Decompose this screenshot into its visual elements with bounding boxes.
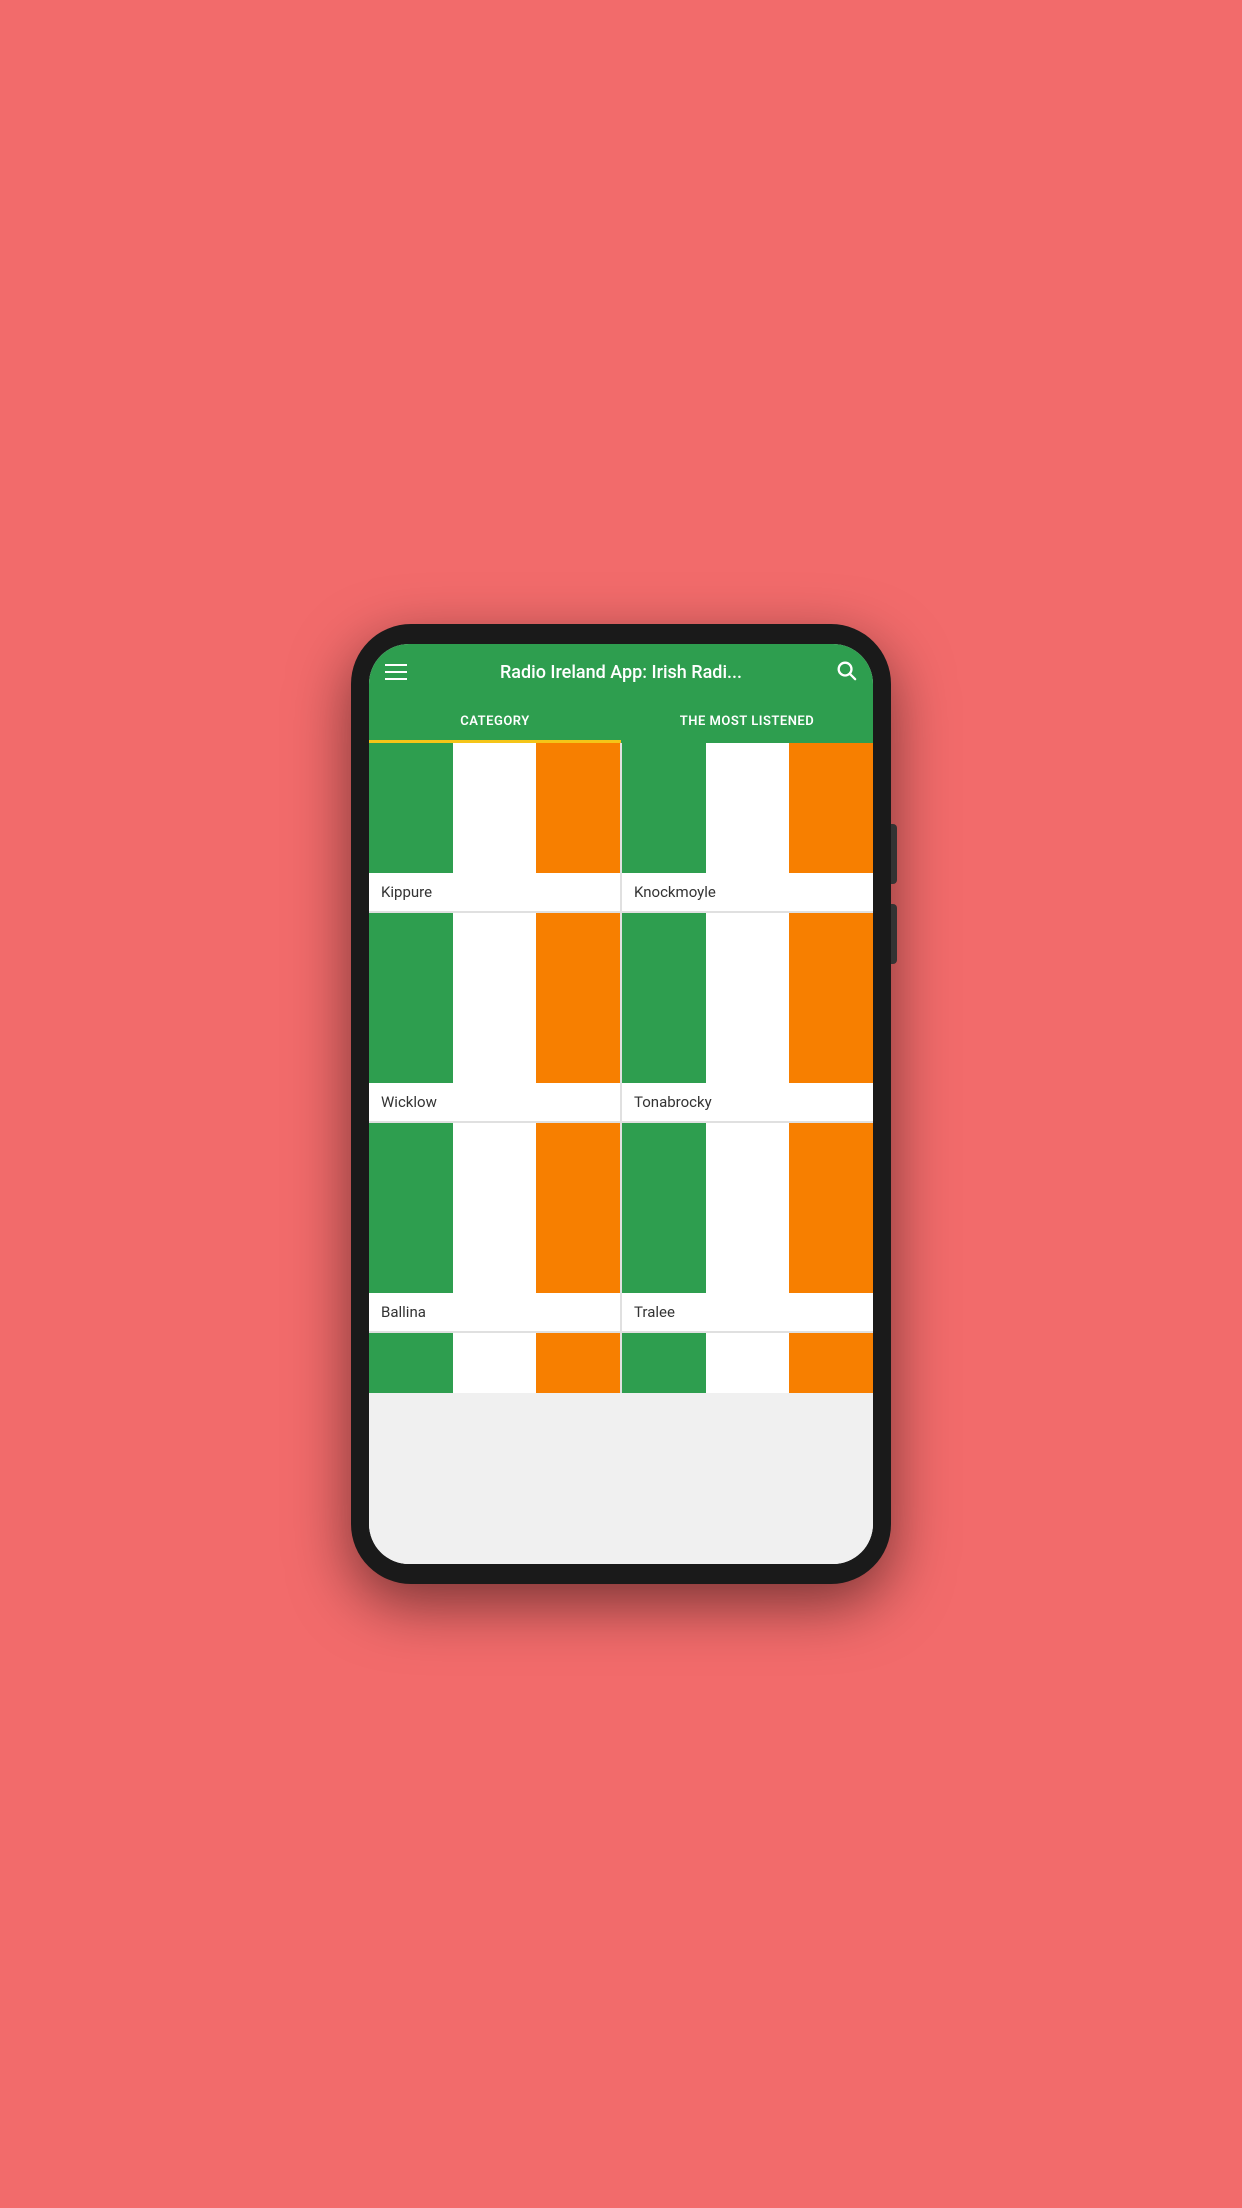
tab-category[interactable]: CATEGORY	[369, 700, 621, 743]
station-item-partial-2[interactable]	[622, 1333, 873, 1393]
flag-orange-stripe	[536, 743, 620, 873]
tab-most-listened[interactable]: THE MOST LISTENED	[621, 700, 873, 743]
flag-green-stripe	[622, 1123, 706, 1293]
flag-knockmoyle	[622, 743, 873, 873]
station-item-kippure[interactable]: Kippure	[369, 743, 620, 911]
flag-white-stripe	[706, 743, 790, 873]
station-item-knockmoyle[interactable]: Knockmoyle	[622, 743, 873, 911]
station-name-kippure: Kippure	[369, 873, 620, 911]
flag-white-stripe	[453, 913, 537, 1083]
flag-white-stripe	[453, 743, 537, 873]
station-name-ballina: Ballina	[369, 1293, 620, 1331]
station-item-partial-1[interactable]	[369, 1333, 620, 1393]
flag-orange-stripe	[789, 1123, 873, 1293]
flag-white-stripe	[706, 913, 790, 1083]
flag-green-stripe	[369, 913, 453, 1083]
station-name-wicklow: Wicklow	[369, 1083, 620, 1121]
flag-green-stripe	[369, 1333, 453, 1393]
flag-orange-stripe	[536, 1123, 620, 1293]
flag-partial-2	[622, 1333, 873, 1393]
flag-tonabrocky	[622, 913, 873, 1083]
phone-device: Radio Ireland App: Irish Radi... CATEGOR…	[351, 624, 891, 1584]
menu-button[interactable]	[385, 664, 407, 680]
flag-ballina	[369, 1123, 620, 1293]
station-name-knockmoyle: Knockmoyle	[622, 873, 873, 911]
flag-green-stripe	[622, 913, 706, 1083]
flag-wicklow	[369, 913, 620, 1083]
flag-white-stripe	[706, 1333, 790, 1393]
flag-orange-stripe	[789, 1333, 873, 1393]
station-name-tonabrocky: Tonabrocky	[622, 1083, 873, 1121]
tab-bar: CATEGORY THE MOST LISTENED	[369, 700, 873, 743]
station-item-ballina[interactable]: Ballina	[369, 1123, 620, 1331]
flag-green-stripe	[622, 1333, 706, 1393]
flag-white-stripe	[706, 1123, 790, 1293]
flag-partial-1	[369, 1333, 620, 1393]
flag-kippure	[369, 743, 620, 873]
flag-orange-stripe	[789, 743, 873, 873]
flag-white-stripe	[453, 1123, 537, 1293]
flag-green-stripe	[369, 1123, 453, 1293]
app-title: Radio Ireland App: Irish Radi...	[417, 662, 825, 683]
station-grid: Kippure Knockmoyle	[369, 743, 873, 1393]
phone-screen: Radio Ireland App: Irish Radi... CATEGOR…	[369, 644, 873, 1564]
station-item-tonabrocky[interactable]: Tonabrocky	[622, 913, 873, 1121]
flag-green-stripe	[369, 743, 453, 873]
station-item-tralee[interactable]: Tralee	[622, 1123, 873, 1331]
search-icon[interactable]	[835, 659, 857, 686]
flag-green-stripe	[622, 743, 706, 873]
flag-orange-stripe	[789, 913, 873, 1083]
station-item-wicklow[interactable]: Wicklow	[369, 913, 620, 1121]
app-bar: Radio Ireland App: Irish Radi...	[369, 644, 873, 700]
flag-tralee	[622, 1123, 873, 1293]
station-name-tralee: Tralee	[622, 1293, 873, 1331]
flag-orange-stripe	[536, 1333, 620, 1393]
flag-white-stripe	[453, 1333, 537, 1393]
flag-orange-stripe	[536, 913, 620, 1083]
station-grid-container: Kippure Knockmoyle	[369, 743, 873, 1564]
